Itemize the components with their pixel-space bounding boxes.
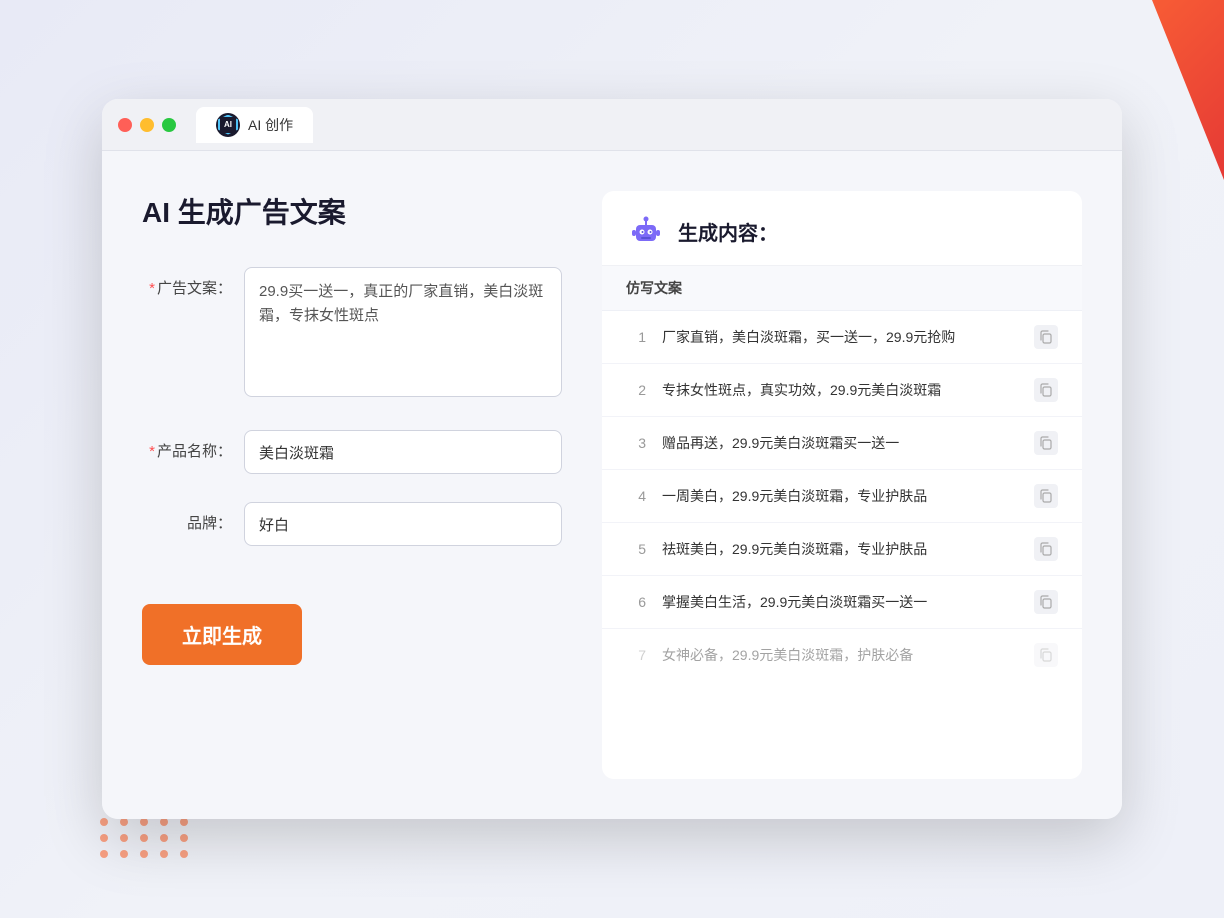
main-content: AI 生成广告文案 *广告文案： *产品名称： xyxy=(102,151,1122,819)
row-text: 女神必备，29.9元美白淡斑霜，护肤必备 xyxy=(662,645,1018,666)
row-number: 3 xyxy=(626,435,646,451)
result-table: 仿写文案 1 厂家直销，美白淡斑霜，买一送一，29.9元抢购 2 专抹女性斑点，… xyxy=(602,266,1082,779)
row-number: 1 xyxy=(626,329,646,345)
copy-button[interactable] xyxy=(1034,378,1058,402)
brand-input[interactable] xyxy=(244,502,562,546)
product-name-input[interactable] xyxy=(244,430,562,474)
result-header: 生成内容： xyxy=(602,191,1082,266)
browser-window: AI AI 创作 AI 生成广告文案 *广告文案： *产品名称： xyxy=(102,99,1122,819)
copy-button[interactable] xyxy=(1034,431,1058,455)
copy-button[interactable] xyxy=(1034,484,1058,508)
table-row: 6 掌握美白生活，29.9元美白淡斑霜买一送一 xyxy=(602,576,1082,629)
result-header-title: 生成内容： xyxy=(678,217,778,246)
robot-icon xyxy=(626,211,666,251)
close-button[interactable] xyxy=(118,118,132,132)
maximize-button[interactable] xyxy=(162,118,176,132)
tab-ai-creation[interactable]: AI AI 创作 xyxy=(196,107,313,143)
row-text: 祛斑美白，29.9元美白淡斑霜，专业护肤品 xyxy=(662,539,1018,560)
row-number: 4 xyxy=(626,488,646,504)
row-text: 一周美白，29.9元美白淡斑霜，专业护肤品 xyxy=(662,486,1018,507)
table-header: 仿写文案 xyxy=(602,266,1082,311)
page-title: AI 生成广告文案 xyxy=(142,191,562,231)
row-text: 赠品再送，29.9元美白淡斑霜买一送一 xyxy=(662,433,1018,454)
row-text: 厂家直销，美白淡斑霜，买一送一，29.9元抢购 xyxy=(662,327,1018,348)
copy-button[interactable] xyxy=(1034,643,1058,667)
product-name-required: * xyxy=(149,443,155,460)
ad-copy-field-group: *广告文案： xyxy=(142,267,562,402)
row-text: 掌握美白生活，29.9元美白淡斑霜买一送一 xyxy=(662,592,1018,613)
right-panel: 生成内容： 仿写文案 1 厂家直销，美白淡斑霜，买一送一，29.9元抢购 2 专… xyxy=(602,191,1082,779)
copy-button[interactable] xyxy=(1034,537,1058,561)
table-row: 4 一周美白，29.9元美白淡斑霜，专业护肤品 xyxy=(602,470,1082,523)
title-bar: AI AI 创作 xyxy=(102,99,1122,151)
table-row: 2 专抹女性斑点，真实功效，29.9元美白淡斑霜 xyxy=(602,364,1082,417)
ai-tab-icon: AI xyxy=(216,113,240,137)
product-name-field-group: *产品名称： xyxy=(142,430,562,474)
dots-decoration xyxy=(100,818,192,858)
table-row: 3 赠品再送，29.9元美白淡斑霜买一送一 xyxy=(602,417,1082,470)
row-number: 2 xyxy=(626,382,646,398)
product-name-input-wrap xyxy=(244,430,562,474)
left-panel: AI 生成广告文案 *广告文案： *产品名称： xyxy=(142,191,562,779)
ad-copy-label: *广告文案： xyxy=(142,267,232,298)
copy-button[interactable] xyxy=(1034,590,1058,614)
table-header-label: 仿写文案 xyxy=(626,280,682,296)
brand-label: 品牌： xyxy=(142,502,232,533)
ad-copy-required: * xyxy=(149,280,155,297)
row-number: 7 xyxy=(626,647,646,663)
ad-copy-input-wrap xyxy=(244,267,562,402)
generate-button[interactable]: 立即生成 xyxy=(142,604,302,665)
table-row: 1 厂家直销，美白淡斑霜，买一送一，29.9元抢购 xyxy=(602,311,1082,364)
row-number: 6 xyxy=(626,594,646,610)
row-text: 专抹女性斑点，真实功效，29.9元美白淡斑霜 xyxy=(662,380,1018,401)
row-number: 5 xyxy=(626,541,646,557)
tab-label: AI 创作 xyxy=(248,115,293,135)
window-controls xyxy=(118,118,176,132)
table-row: 7 女神必备，29.9元美白淡斑霜，护肤必备 xyxy=(602,629,1082,681)
copy-button[interactable] xyxy=(1034,325,1058,349)
brand-input-wrap xyxy=(244,502,562,546)
table-row: 5 祛斑美白，29.9元美白淡斑霜，专业护肤品 xyxy=(602,523,1082,576)
ad-copy-textarea[interactable] xyxy=(244,267,562,397)
results-container: 1 厂家直销，美白淡斑霜，买一送一，29.9元抢购 2 专抹女性斑点，真实功效，… xyxy=(602,311,1082,681)
brand-field-group: 品牌： xyxy=(142,502,562,546)
product-name-label: *产品名称： xyxy=(142,430,232,461)
minimize-button[interactable] xyxy=(140,118,154,132)
